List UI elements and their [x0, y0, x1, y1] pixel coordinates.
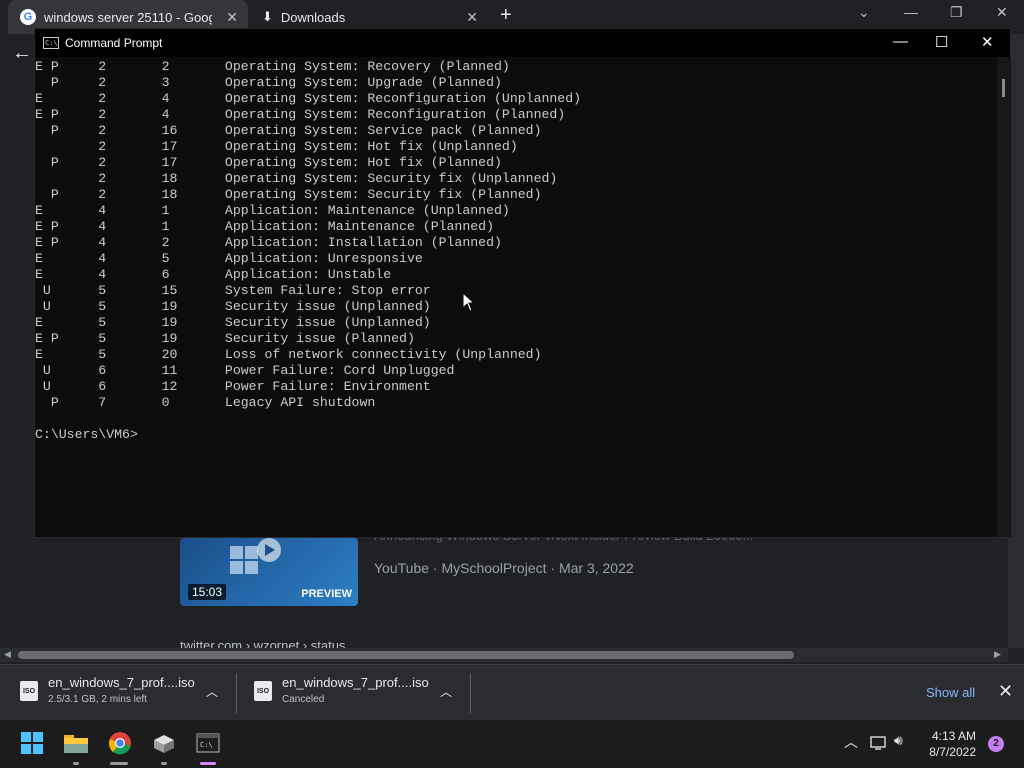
console-line: P 2 18 Operating System: Security fix (P…: [35, 187, 542, 202]
console-line: U 5 15 System Failure: Stop error: [35, 283, 431, 298]
running-indicator: [110, 762, 128, 765]
iso-file-icon: ISO: [20, 681, 38, 701]
console-line: 2 18 Operating System: Security fix (Unp…: [35, 171, 558, 186]
iso-file-icon: ISO: [254, 681, 272, 701]
divider: [470, 673, 471, 713]
console-line: P 2 16 Operating System: Service pack (P…: [35, 123, 542, 138]
google-icon: G: [20, 9, 36, 25]
console-line: E 4 5 Application: Unresponsive: [35, 251, 423, 266]
console-line: E P 2 2 Operating System: Recovery (Plan…: [35, 59, 510, 74]
download-item[interactable]: ISO en_windows_7_prof....iso Canceled ︿: [254, 675, 464, 711]
download-icon: ⬇: [262, 9, 273, 24]
console-line: P 7 0 Legacy API shutdown: [35, 395, 376, 410]
scrollbar-thumb[interactable]: [1002, 79, 1005, 97]
network-icon[interactable]: [870, 735, 888, 751]
taskbar: C:\ ︿ 🔊︎ 4:13 AM 8/7/2022 2: [0, 720, 1024, 768]
console-line: E 4 6 Application: Unstable: [35, 267, 392, 282]
console-line: E P 4 1 Application: Maintenance (Planne…: [35, 219, 494, 234]
close-icon[interactable]: ✕: [226, 9, 238, 26]
terminal-button[interactable]: C:\: [194, 729, 222, 757]
folder-icon: [64, 735, 88, 753]
console-line: E 2 4 Operating System: Reconfiguration …: [35, 91, 582, 106]
clock[interactable]: 4:13 AM 8/7/2022: [920, 728, 976, 760]
console-line: P 2 17 Operating System: Hot fix (Planne…: [35, 155, 502, 170]
download-status: 2.5/3.1 GB, 2 mins left: [48, 694, 147, 705]
horizontal-scrollbar[interactable]: ◀ ▶: [0, 648, 1008, 662]
tab-title: windows server 25110 - Google S: [44, 9, 212, 25]
video-duration: 15:03: [188, 584, 227, 600]
cmd-vertical-scrollbar[interactable]: [997, 57, 1011, 537]
show-all-button[interactable]: Show all: [926, 685, 975, 700]
close-window-icon[interactable]: ✕: [996, 4, 1008, 21]
preview-badge: PREVIEW: [301, 588, 352, 600]
command-prompt-window[interactable]: C:\ Command Prompt — ☐ ✕ E P 2 2 Operati…: [34, 28, 1011, 538]
video-thumbnail[interactable]: 15:03 PREVIEW: [180, 538, 358, 606]
console-line: U 5 19 Security issue (Unplanned): [35, 299, 431, 314]
minimize-icon[interactable]: —: [904, 4, 918, 20]
download-filename: en_windows_7_prof....iso: [48, 675, 195, 690]
close-icon[interactable]: ✕: [466, 9, 478, 26]
volume-icon[interactable]: 🔊︎: [894, 732, 903, 749]
scroll-left-icon[interactable]: ◀: [4, 649, 11, 660]
downloads-bar: ISO en_windows_7_prof....iso 2.5/3.1 GB,…: [0, 664, 1024, 720]
console-line: E P 2 4 Operating System: Reconfiguratio…: [35, 107, 566, 122]
close-icon[interactable]: ✕: [981, 33, 994, 51]
time: 4:13 AM: [931, 729, 976, 743]
cmd-icon: C:\: [43, 37, 59, 49]
scrollbar-thumb[interactable]: [18, 651, 794, 659]
restore-icon[interactable]: ❐: [950, 4, 963, 21]
divider: [236, 673, 237, 713]
download-status: Canceled: [282, 694, 325, 705]
console-line: U 6 12 Power Failure: Environment: [35, 379, 431, 394]
console-line: E 4 1 Application: Maintenance (Unplanne…: [35, 203, 510, 218]
chevron-up-icon[interactable]: ︿: [440, 683, 452, 700]
windows-start-icon: [21, 732, 43, 754]
console-line: E 5 20 Loss of network connectivity (Unp…: [35, 347, 542, 362]
running-indicator: [73, 762, 79, 765]
notification-badge[interactable]: 2: [988, 736, 1004, 752]
app-button[interactable]: [150, 729, 178, 757]
new-tab-button[interactable]: +: [500, 4, 512, 27]
back-arrow-icon[interactable]: ←: [12, 42, 32, 65]
svg-text:C:\: C:\: [200, 741, 213, 749]
chevron-up-icon[interactable]: ︿: [844, 732, 858, 752]
console-output[interactable]: E P 2 2 Operating System: Recovery (Plan…: [35, 59, 995, 537]
terminal-icon: C:\: [196, 733, 220, 753]
console-line: U 6 11 Power Failure: Cord Unplugged: [35, 363, 455, 378]
download-item[interactable]: ISO en_windows_7_prof....iso 2.5/3.1 GB,…: [20, 675, 230, 711]
close-downloads-icon[interactable]: ✕: [998, 681, 1013, 702]
file-explorer-button[interactable]: [62, 729, 90, 757]
video-meta: YouTube · MySchoolProject · Mar 3, 2022: [374, 560, 634, 576]
cmd-titlebar[interactable]: C:\ Command Prompt — ☐ ✕: [35, 29, 1010, 57]
console-line: E 5 19 Security issue (Unplanned): [35, 315, 431, 330]
window-title: Command Prompt: [65, 36, 163, 50]
console-line: P 2 3 Operating System: Upgrade (Planned…: [35, 75, 502, 90]
start-button[interactable]: [18, 729, 46, 757]
active-indicator: [200, 762, 216, 765]
console-line: 2 17 Operating System: Hot fix (Unplanne…: [35, 139, 518, 154]
chevron-up-icon[interactable]: ︿: [206, 683, 218, 700]
maximize-icon[interactable]: ☐: [935, 33, 948, 51]
scroll-right-icon[interactable]: ▶: [994, 649, 1001, 660]
console-line: C:\Users\VM6>: [35, 427, 138, 442]
download-filename: en_windows_7_prof....iso: [282, 675, 429, 690]
console-line: E P 5 19 Security issue (Planned): [35, 331, 415, 346]
package-icon: [154, 735, 174, 753]
date: 8/7/2022: [929, 745, 976, 759]
minimize-icon[interactable]: —: [893, 33, 908, 50]
console-line: E P 4 2 Application: Installation (Plann…: [35, 235, 502, 250]
running-indicator: [161, 762, 167, 765]
chrome-button[interactable]: [106, 729, 134, 757]
tab-search-icon[interactable]: ⌄: [858, 4, 870, 21]
tab-title: Downloads: [280, 9, 346, 25]
mouse-cursor-icon: [462, 292, 476, 312]
chrome-icon: [109, 732, 131, 755]
